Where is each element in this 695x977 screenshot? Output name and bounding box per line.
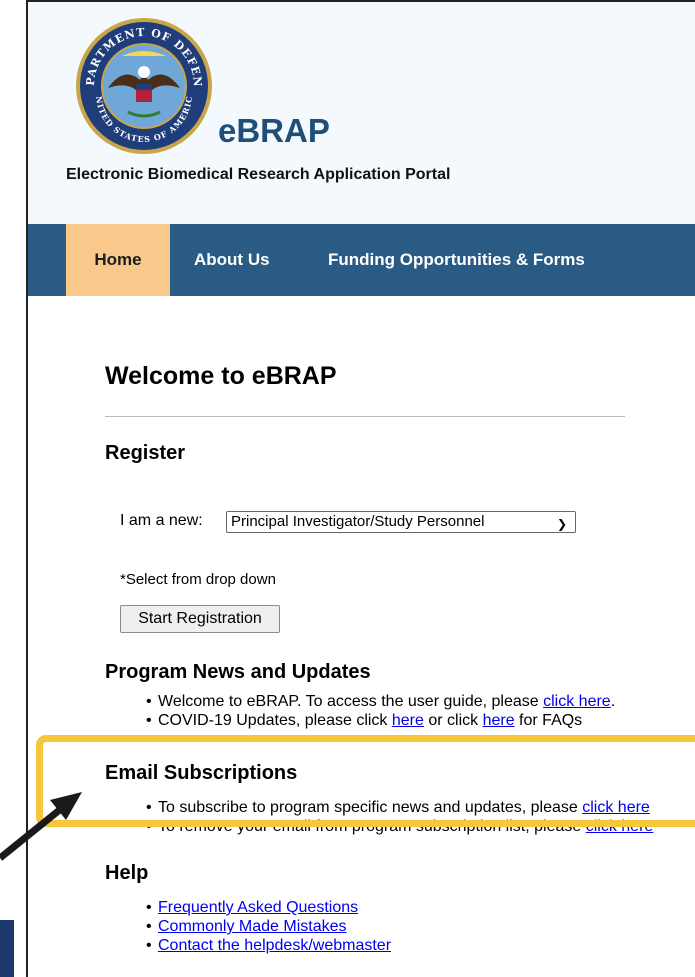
news-item-text: COVID-19 Updates, please click: [158, 712, 392, 729]
helpdesk-link[interactable]: Contact the helpdesk/webmaster: [158, 937, 391, 954]
register-heading: Register: [105, 442, 186, 464]
browser-page: DEPARTMENT OF DEFENSE UNITED STATES OF A…: [26, 0, 695, 977]
list-item: COVID-19 Updates, please click here or c…: [146, 711, 615, 730]
news-item-mid: or click: [423, 712, 483, 729]
email-subscriptions-highlight-box: [36, 735, 695, 827]
covid-updates-link[interactable]: here: [392, 712, 424, 729]
common-mistakes-link[interactable]: Commonly Made Mistakes: [158, 918, 347, 935]
site-header: DEPARTMENT OF DEFENSE UNITED STATES OF A…: [28, 2, 695, 224]
help-list: Frequently Asked Questions Commonly Made…: [146, 898, 391, 955]
news-item-end: for FAQs: [514, 712, 583, 729]
list-item: Frequently Asked Questions: [146, 898, 391, 917]
user-type-select-value: Principal Investigator/Study Personnel: [231, 513, 485, 530]
news-list: Welcome to eBRAP. To access the user gui…: [146, 692, 616, 730]
news-item-end: .: [610, 693, 616, 710]
pointer-arrow-icon: [0, 792, 82, 861]
list-item: Contact the helpdesk/webmaster: [146, 936, 391, 955]
nav-funding-opportunities[interactable]: Funding Opportunities & Forms: [328, 224, 585, 296]
chevron-down-icon: ❯: [556, 517, 567, 531]
nav-home[interactable]: Home: [66, 224, 170, 296]
news-item-text: Welcome to eBRAP. To access the user gui…: [158, 693, 544, 710]
select-hint: *Select from drop down: [120, 571, 276, 588]
list-item: Welcome to eBRAP. To access the user gui…: [146, 692, 616, 711]
list-item: Commonly Made Mistakes: [146, 917, 391, 936]
dod-seal-logo: DEPARTMENT OF DEFENSE UNITED STATES OF A…: [74, 16, 212, 154]
side-panel-edge: [0, 920, 14, 977]
faq-link[interactable]: Frequently Asked Questions: [158, 899, 358, 916]
nav-about-us[interactable]: About Us: [194, 224, 270, 296]
user-type-select[interactable]: Principal Investigator/Study Personnel ❯: [226, 511, 576, 533]
user-guide-link[interactable]: click here: [543, 693, 611, 710]
iam-label: I am a new:: [120, 512, 203, 529]
site-brand: eBRAP: [218, 112, 330, 149]
main-nav: Home About Us Funding Opportunities & Fo…: [28, 224, 695, 296]
help-heading: Help: [105, 862, 149, 884]
news-heading: Program News and Updates: [105, 661, 371, 683]
site-subtitle: Electronic Biomedical Research Applicati…: [66, 166, 451, 183]
page-title: Welcome to eBRAP: [105, 362, 337, 390]
covid-faq-link[interactable]: here: [483, 712, 515, 729]
start-registration-button[interactable]: Start Registration: [120, 605, 280, 633]
divider: [105, 416, 625, 417]
